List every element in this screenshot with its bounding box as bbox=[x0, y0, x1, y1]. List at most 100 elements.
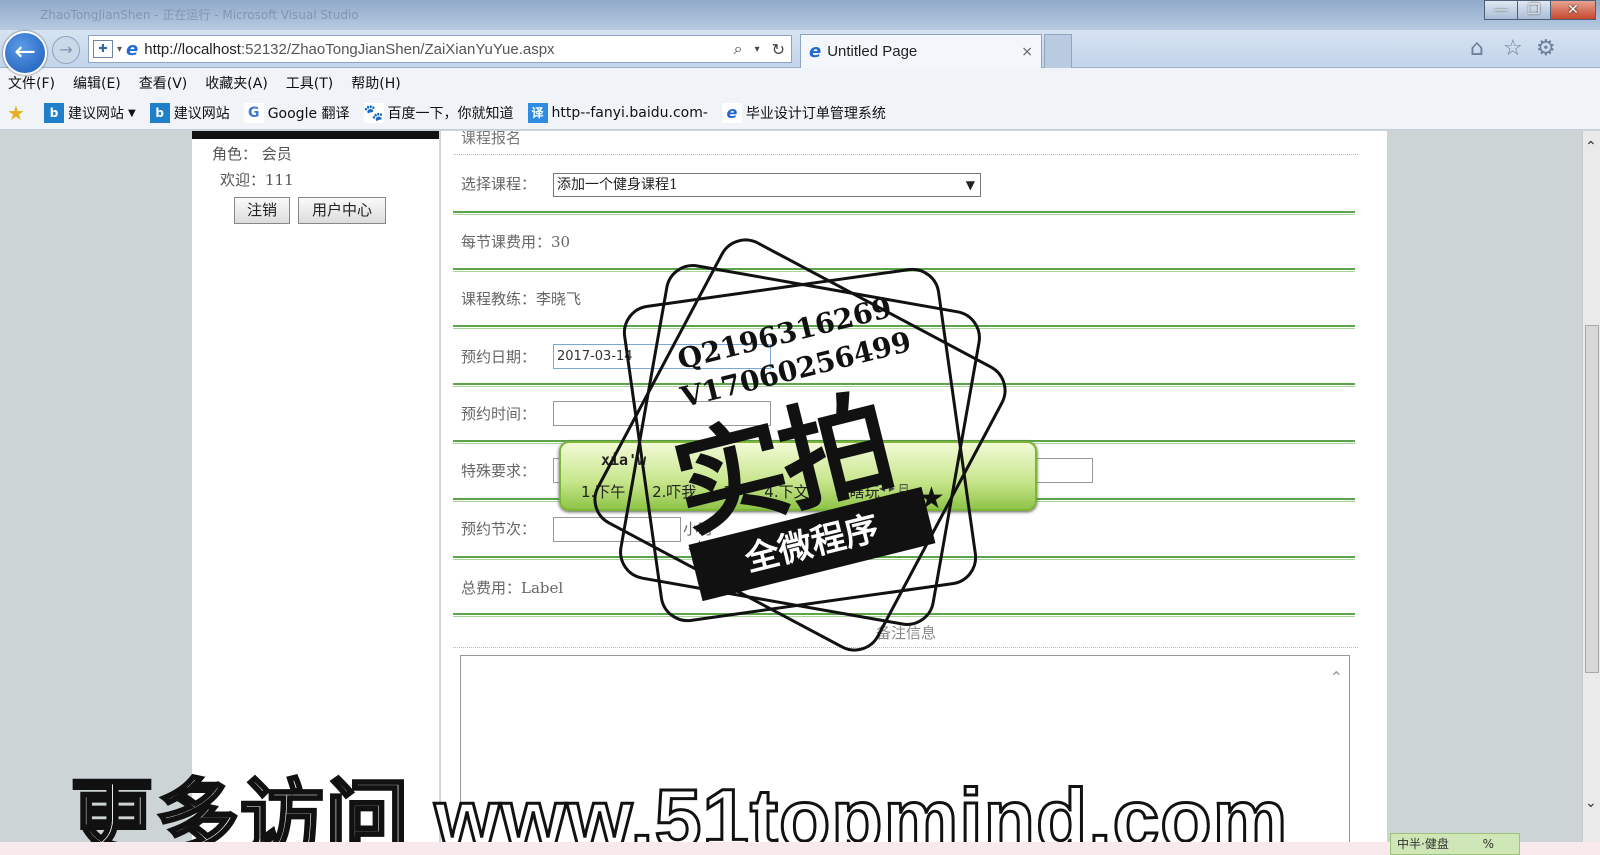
logout-button[interactable]: 注销 bbox=[234, 197, 290, 224]
time-label: 预约时间： bbox=[461, 405, 537, 423]
sessions-input[interactable] bbox=[553, 517, 681, 542]
ie-icon: e bbox=[721, 103, 742, 123]
compatibility-icon[interactable]: ✚ bbox=[93, 40, 113, 58]
menu-file[interactable]: 文件(F) bbox=[8, 73, 55, 93]
row-divider bbox=[453, 556, 1355, 560]
date-input[interactable]: 2017-03-14 bbox=[553, 344, 771, 369]
tab-title: Untitled Page bbox=[827, 43, 918, 60]
menu-favorites[interactable]: 收藏夹(A) bbox=[205, 73, 268, 93]
search-icon[interactable]: ⌕ bbox=[734, 39, 743, 59]
caret-down-icon: ▼ bbox=[128, 107, 136, 119]
favorite-label: 建议网站 bbox=[173, 106, 230, 122]
ie-icon: e bbox=[809, 41, 822, 62]
status-bar bbox=[0, 842, 1600, 855]
favorite-suggested-sites[interactable]: b 建议网站 bbox=[149, 103, 230, 123]
page-scrollbar[interactable]: ⌃ ⌄ bbox=[1582, 131, 1600, 855]
ime-candidate[interactable]: 5.瞎玩 bbox=[835, 483, 879, 501]
favorites-star[interactable]: ★ bbox=[6, 103, 30, 123]
window-controls: — ❐ ✕ bbox=[1484, 0, 1596, 20]
translate-icon: 译 bbox=[527, 103, 548, 123]
window-title-bar: ZhaoTongJianShen - 正在运行 - Microsoft Visu… bbox=[0, 0, 1600, 30]
time-input[interactable] bbox=[553, 401, 771, 426]
date-label: 预约日期： bbox=[461, 348, 537, 366]
ime-pager[interactable]: ◂ ▸ ⊟ bbox=[879, 481, 909, 495]
star-icon[interactable]: ☆ bbox=[1503, 36, 1523, 61]
course-selected-value: 添加一个健身课程1 bbox=[557, 177, 678, 193]
url-text[interactable]: http://localhost:52132/ZhaoTongJianShen/… bbox=[144, 41, 727, 58]
menu-tools[interactable]: 工具(T) bbox=[286, 73, 333, 93]
menu-edit[interactable]: 编辑(E) bbox=[73, 73, 121, 93]
section-divider bbox=[453, 154, 1358, 155]
fee-text: 每节课费用：30 bbox=[461, 233, 571, 251]
user-role: 角色： 会员 bbox=[212, 145, 292, 163]
chevron-down-icon[interactable]: ▾ bbox=[755, 44, 760, 55]
arrow-right-icon: → bbox=[59, 40, 73, 59]
menu-bar: 文件(F) 编辑(E) 查看(V) 收藏夹(A) 工具(T) 帮助(H) bbox=[0, 68, 1600, 97]
favorite-suggested-sites-dropdown[interactable]: b 建议网站 ▼ bbox=[44, 103, 136, 123]
favorite-baidu-fanyi[interactable]: 译 http--fanyi.baidu.com- bbox=[527, 103, 708, 123]
window-title: ZhaoTongJianShen - 正在运行 - Microsoft Visu… bbox=[40, 8, 359, 22]
menu-help[interactable]: 帮助(H) bbox=[351, 73, 400, 93]
ime-candidate-window: xia'w 1.下午 2.吓我 3. 4.下文 5.瞎玩 ◂ ▸ ⊟ bbox=[559, 441, 1037, 511]
star-icon: ★ bbox=[7, 101, 25, 125]
favorites-bar: ★ b 建议网站 ▼ b 建议网站 G Google 翻译 🐾 百度一下，你就知… bbox=[0, 97, 1600, 130]
gear-icon[interactable]: ⚙ bbox=[1536, 36, 1556, 61]
favorite-order-system[interactable]: e 毕业设计订单管理系统 bbox=[721, 103, 886, 123]
course-select[interactable]: 添加一个健身课程1 ▼ bbox=[553, 173, 981, 197]
ime-status-bar: 中半·健盘 % bbox=[1390, 833, 1520, 855]
close-tab-icon[interactable]: × bbox=[1021, 44, 1033, 60]
watermark-footer: 更多访问 www.51topmind.com bbox=[68, 771, 1289, 855]
menu-view[interactable]: 查看(V) bbox=[139, 73, 188, 93]
row-divider bbox=[453, 268, 1355, 272]
minimize-button[interactable]: — bbox=[1484, 0, 1518, 20]
course-label: 选择课程： bbox=[461, 175, 537, 193]
ime-candidate[interactable]: 2.吓我 bbox=[652, 483, 696, 501]
coach-text: 课程教练：李晓飞 bbox=[461, 290, 582, 308]
row-divider bbox=[453, 613, 1355, 617]
course-row: 选择课程： bbox=[461, 173, 536, 194]
bing-icon: b bbox=[149, 103, 170, 123]
favorite-label: 百度一下，你就知道 bbox=[387, 106, 514, 122]
favorite-label: 建议网站 bbox=[68, 106, 124, 122]
navigation-bar: ← → ✚ ▾ e http://localhost:52132/ZhaoTon… bbox=[0, 30, 1600, 75]
chevron-up-icon[interactable]: ⌃ bbox=[1585, 139, 1597, 155]
chevron-down-icon: ▼ bbox=[965, 178, 975, 192]
ime-composition: xia'w bbox=[601, 451, 647, 469]
favorite-google-translate[interactable]: G Google 翻译 bbox=[243, 103, 350, 123]
special-label: 特殊要求： bbox=[461, 462, 537, 480]
back-button[interactable]: ← bbox=[3, 31, 47, 75]
scroll-up-icon[interactable]: ⌃ bbox=[1330, 668, 1343, 687]
sessions-unit: 小时 bbox=[683, 520, 714, 538]
ime-status-text: 中半·健盘 bbox=[1397, 837, 1449, 851]
restore-button[interactable]: ❐ bbox=[1517, 0, 1551, 20]
forward-button[interactable]: → bbox=[52, 36, 80, 64]
new-tab-button[interactable] bbox=[1044, 34, 1072, 68]
home-icon[interactable]: ⌂ bbox=[1470, 36, 1484, 61]
favorite-baidu[interactable]: 🐾 百度一下，你就知道 bbox=[363, 103, 514, 123]
zoom-level[interactable]: % bbox=[1483, 837, 1494, 851]
favorite-label: Google 翻译 bbox=[267, 106, 350, 122]
row-divider bbox=[453, 383, 1355, 387]
sidebar: 角色： 会员 欢迎：111 注销 用户中心 bbox=[192, 131, 440, 855]
refresh-icon[interactable]: ↻ bbox=[772, 40, 785, 59]
sessions-label: 预约节次： bbox=[461, 520, 537, 538]
address-bar[interactable]: ✚ ▾ e http://localhost:52132/ZhaoTongJia… bbox=[88, 35, 792, 63]
chevron-down-icon[interactable]: ▾ bbox=[117, 44, 122, 55]
bing-icon: b bbox=[44, 103, 64, 123]
scrollbar-thumb[interactable] bbox=[1585, 325, 1599, 673]
favorite-label: 毕业设计订单管理系统 bbox=[745, 106, 886, 122]
user-center-button[interactable]: 用户中心 bbox=[298, 197, 386, 224]
ime-candidates: 1.下午 2.吓我 3. 4.下文 5.瞎玩 bbox=[581, 481, 902, 502]
welcome-text: 欢迎：111 bbox=[220, 171, 294, 189]
ime-candidate[interactable]: 4.下文 bbox=[764, 483, 808, 501]
close-window-button[interactable]: ✕ bbox=[1550, 0, 1596, 20]
arrow-left-icon: ← bbox=[14, 37, 36, 67]
section-title: 课程报名 bbox=[461, 131, 522, 147]
ime-candidate[interactable]: 3. bbox=[723, 483, 737, 501]
ie-icon: e bbox=[126, 38, 139, 60]
tab-untitled-page[interactable]: e Untitled Page × bbox=[800, 34, 1042, 68]
chevron-down-icon[interactable]: ⌄ bbox=[1585, 795, 1597, 811]
baidu-paw-icon: 🐾 bbox=[363, 103, 384, 123]
ime-candidate[interactable]: 1.下午 bbox=[581, 483, 625, 501]
total-fee-text: 总费用：Label bbox=[461, 579, 564, 597]
